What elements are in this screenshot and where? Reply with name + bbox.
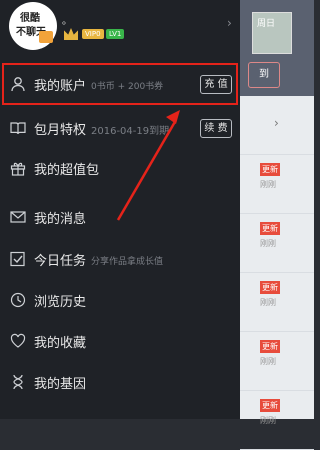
update-badge: 更新 — [260, 340, 280, 353]
menu-item-tasks[interactable]: 今日任务 分享作品拿成长值 — [0, 241, 240, 277]
renew-button[interactable]: 续 费 — [200, 119, 232, 138]
task-hint: 分享作品拿成长值 — [91, 257, 164, 267]
avatar[interactable]: 很酷 不聊天 — [9, 2, 57, 50]
menu-item-label: 我的收藏 — [34, 336, 87, 351]
nickname: 。 — [62, 16, 72, 27]
chevron-right-icon[interactable]: › — [227, 16, 232, 30]
updated-time: 刚刚 — [260, 180, 276, 189]
updated-time: 刚刚 — [260, 416, 276, 425]
menu-item-label: 我的消息 — [34, 212, 87, 227]
menu-item-label: 我的基因 — [34, 377, 87, 392]
avatar-text-line1: 很酷 — [20, 13, 40, 24]
highlight-box — [2, 63, 238, 105]
menu-item-label: 我的超值包 — [34, 163, 100, 178]
sign-in-button[interactable]: 到 — [248, 62, 280, 88]
updated-time: 刚刚 — [260, 357, 276, 366]
menu-item-genes[interactable]: 我的基因 — [0, 364, 240, 400]
expiry-date: 2016-04-19到期 — [91, 126, 170, 137]
heart-icon — [10, 333, 26, 348]
vip-badge: VIP0 — [82, 29, 104, 39]
mail-icon — [10, 211, 26, 223]
level-badge: LV1 — [106, 29, 125, 39]
list-item[interactable]: 更新 刚刚 — [240, 332, 314, 391]
menu-item-bundle[interactable]: 我的超值包 — [0, 150, 240, 186]
menu-item-history[interactable]: 浏览历史 — [0, 282, 240, 318]
menu-item-label: 浏览历史 — [34, 295, 87, 310]
dna-icon — [13, 374, 23, 390]
background-thumbnail[interactable]: 周日 — [252, 12, 292, 54]
menu-item-monthly[interactable]: 包月特权 2016-04-19到期 续 费 — [0, 110, 240, 146]
list-item[interactable]: › — [240, 96, 314, 155]
crown-icon — [64, 28, 78, 40]
menu-item-messages[interactable]: 我的消息 — [0, 199, 240, 235]
clock-icon — [10, 292, 26, 308]
update-badge: 更新 — [260, 281, 280, 294]
checkbox-icon — [10, 251, 25, 267]
update-badge: 更新 — [260, 222, 280, 235]
updated-time: 刚刚 — [260, 239, 276, 248]
menu-item-favorites[interactable]: 我的收藏 — [0, 323, 240, 359]
background-list: › 更新 刚刚 更新 刚刚 更新 刚刚 更新 刚刚 更新 刚刚 — [240, 96, 314, 450]
list-item[interactable]: 更新 刚刚 — [240, 391, 314, 450]
updated-time: 刚刚 — [260, 298, 276, 307]
update-badge: 更新 — [260, 163, 280, 176]
menu-item-label: 今日任务 — [34, 254, 87, 269]
update-badge: 更新 — [260, 399, 280, 412]
profile-header[interactable]: 很酷 不聊天 。 VIP0 LV1 › — [0, 0, 240, 60]
thumbnail-label: 周日 — [257, 19, 276, 29]
list-item[interactable]: 更新 刚刚 — [240, 214, 314, 273]
gift-icon — [39, 31, 53, 43]
book-icon — [10, 122, 26, 135]
chevron-right-icon: › — [274, 116, 279, 130]
list-item[interactable]: 更新 刚刚 — [240, 273, 314, 332]
list-item[interactable]: 更新 刚刚 — [240, 155, 314, 214]
gift-icon — [10, 162, 26, 176]
menu-item-label: 包月特权 — [34, 123, 87, 138]
